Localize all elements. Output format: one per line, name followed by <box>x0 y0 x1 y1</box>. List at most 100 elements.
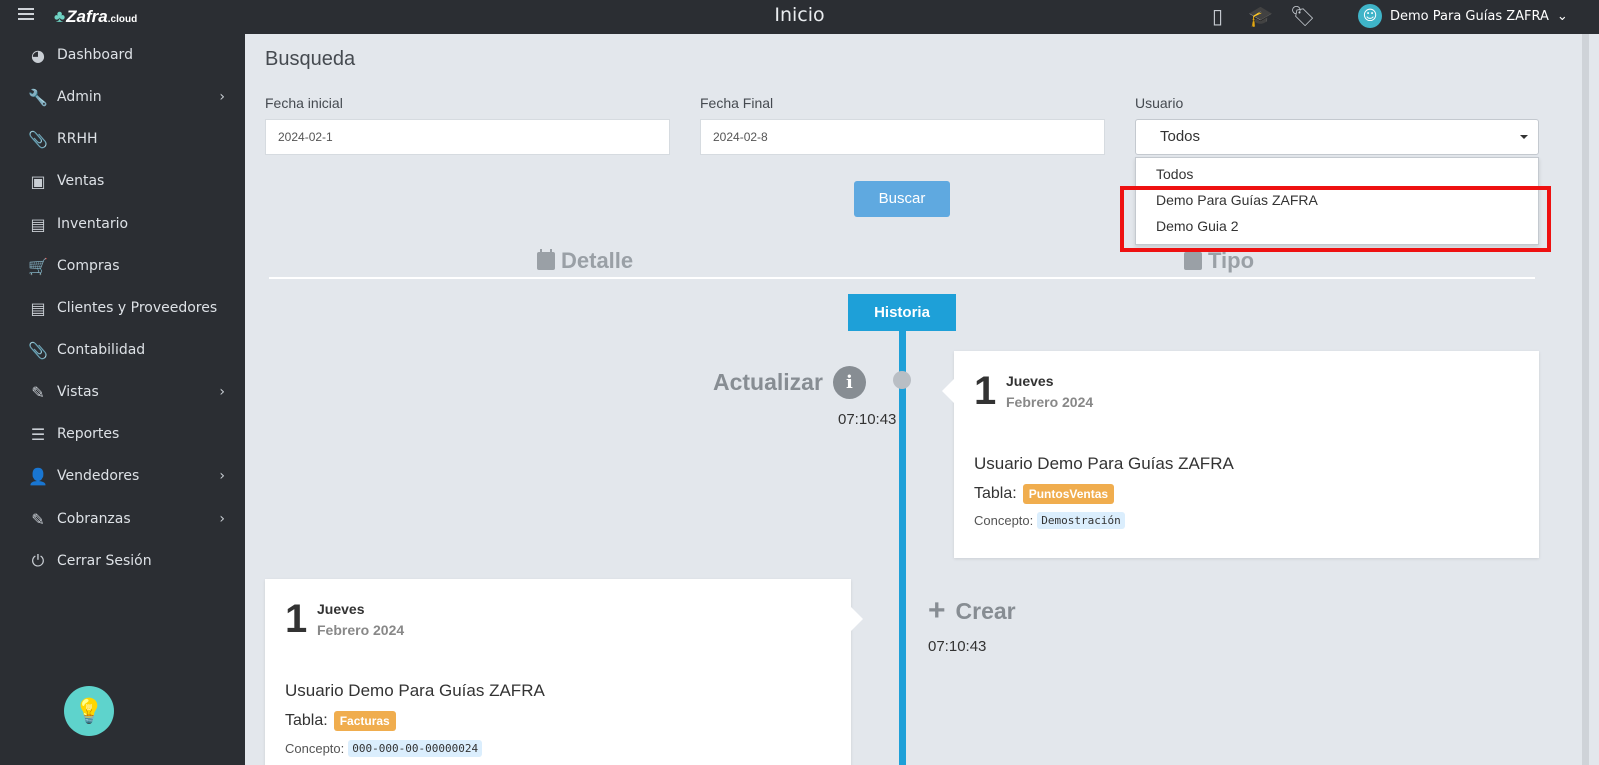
info-icon: i <box>832 366 866 399</box>
event-action-actualizar: Actualizar i <box>713 366 866 399</box>
historia-header: Historia <box>848 294 956 331</box>
event-weekday: Jueves <box>317 601 365 617</box>
search-section-title: Busqueda <box>265 48 356 70</box>
sidebar-item-label: Compras <box>57 258 120 274</box>
plus-icon: + <box>928 594 946 627</box>
tabla-label: Tabla: <box>285 712 328 729</box>
concepto-label: Concepto: <box>974 513 1034 528</box>
calendar-icon <box>537 249 555 270</box>
sidebar-item-inventario[interactable]: ▤ Inventario <box>0 209 245 239</box>
event-action-label: Crear <box>955 597 1016 624</box>
paperclip-icon: 📎 <box>28 129 48 149</box>
sidebar-item-label: Admin <box>57 89 102 105</box>
list-icon: ☰ <box>30 424 46 444</box>
chevron-down-icon: ⌄ <box>1556 8 1568 24</box>
fecha-inicial-input[interactable]: 2024-02-1 <box>265 119 670 155</box>
user-name: Demo Para Guías ZAFRA <box>1390 8 1549 24</box>
usuario-dropdown: Todos Demo Para Guías ZAFRA Demo Guia 2 <box>1135 157 1539 245</box>
sidebar-item-ventas[interactable]: ▣ Ventas <box>0 166 245 196</box>
event-day: 1 <box>285 597 308 641</box>
event-user: Usuario Demo Para Guías ZAFRA <box>285 681 545 700</box>
calendar-icon <box>1184 249 1202 270</box>
caret-down-icon <box>1520 135 1528 139</box>
sidebar-item-clientes[interactable]: ▤ Clientes y Proveedores <box>0 293 245 323</box>
lightbulb-icon: 💡 <box>74 697 104 725</box>
concepto-code: Demostración <box>1037 512 1125 529</box>
chevron-right-icon: › <box>219 468 225 484</box>
sidebar-item-label: Clientes y Proveedores <box>57 300 218 316</box>
buscar-button[interactable]: Buscar <box>854 181 950 217</box>
timeline-line <box>899 331 906 765</box>
chevron-right-icon: › <box>219 511 225 527</box>
fecha-final-input[interactable]: 2024-02-8 <box>700 119 1105 155</box>
sidebar-item-vendedores[interactable]: 👤 Vendedores › <box>0 461 245 491</box>
event-concepto: Concepto: 000-000-00-00000024 <box>285 740 483 757</box>
concepto-code: 000-000-00-00000024 <box>348 740 483 757</box>
dropdown-option[interactable]: Demo Para Guías ZAFRA <box>1156 192 1318 208</box>
app-logo[interactable]: ♣Zafra.cloud <box>54 7 137 27</box>
mobile-icon[interactable]: ▯ <box>1212 4 1223 28</box>
event-concepto: Concepto: Demostración <box>974 512 1125 529</box>
usuario-select[interactable]: Todos <box>1135 119 1539 155</box>
scrollbar-thumb[interactable] <box>1582 34 1589 765</box>
card-arrow <box>851 607 863 631</box>
lightbulb-help-button[interactable]: 💡 <box>64 686 114 736</box>
user-menu[interactable]: ☺ Demo Para Guías ZAFRA ⌄ <box>1358 4 1568 28</box>
wrench-icon: 🔧 <box>28 87 48 107</box>
cart-icon: 🛒 <box>28 256 48 276</box>
sidebar-item-label: Cobranzas <box>57 511 131 527</box>
menu-toggle-icon[interactable] <box>18 8 34 22</box>
book-icon: ▤ <box>30 214 46 234</box>
event-tabla: Tabla: PuntosVentas <box>974 484 1115 504</box>
chevron-right-icon: › <box>219 89 225 105</box>
event-time: 07:10:43 <box>928 638 987 655</box>
card-arrow <box>942 379 954 403</box>
event-action-crear: + Crear <box>928 594 1016 628</box>
fecha-inicial-label: Fecha inicial <box>265 95 343 111</box>
sidebar-item-dashboard[interactable]: ◕ Dashboard <box>0 40 245 70</box>
sidebar-item-label: Dashboard <box>57 47 133 63</box>
paperclip-icon: 📎 <box>28 340 48 360</box>
dashboard-icon: ◕ <box>31 45 45 65</box>
sidebar-item-label: Reportes <box>57 426 120 442</box>
dropdown-option[interactable]: Todos <box>1156 166 1193 182</box>
sidebar-item-admin[interactable]: 🔧 Admin › <box>0 82 245 112</box>
event-month: Febrero 2024 <box>317 622 405 638</box>
fecha-final-label: Fecha Final <box>700 95 774 111</box>
sidebar-item-cobranzas[interactable]: ✎ Cobranzas › <box>0 504 245 534</box>
sidebar-item-cerrar-sesion[interactable]: ⏻ Cerrar Sesión <box>0 546 245 576</box>
scrollbar[interactable] <box>1565 34 1599 765</box>
sidebar-item-compras[interactable]: 🛒 Compras <box>0 251 245 281</box>
tabla-badge: PuntosVentas <box>1022 484 1115 504</box>
edit-icon: ✎ <box>31 509 45 529</box>
sidebar-item-label: Vistas <box>57 384 99 400</box>
event-month: Febrero 2024 <box>1006 394 1094 410</box>
sidebar-item-label: Cerrar Sesión <box>57 553 152 569</box>
tipo-label: Tipo <box>1208 248 1255 273</box>
graduation-cap-icon[interactable]: 🎓 <box>1248 4 1273 28</box>
book-icon: ▤ <box>30 298 46 318</box>
sidebar-item-label: RRHH <box>57 131 98 147</box>
user-icon: 👤 <box>28 466 48 486</box>
divider <box>269 277 1535 279</box>
concepto-label: Concepto: <box>285 741 345 756</box>
power-icon: ⏻ <box>31 551 45 570</box>
event-time: 07:10:43 <box>838 411 897 428</box>
dropdown-option[interactable]: Demo Guia 2 <box>1156 218 1238 234</box>
chevron-right-icon: › <box>219 384 225 400</box>
event-tabla: Tabla: Facturas <box>285 711 396 731</box>
tags-icon[interactable]: 🏷 <box>1290 4 1315 28</box>
event-user: Usuario Demo Para Guías ZAFRA <box>974 454 1234 473</box>
sidebar-item-vistas[interactable]: ✎ Vistas › <box>0 377 245 407</box>
tabla-badge: Facturas <box>333 711 396 731</box>
usuario-label: Usuario <box>1135 95 1184 111</box>
event-card: 1 Jueves Febrero 2024 Usuario Demo Para … <box>942 351 1539 558</box>
sidebar-item-label: Inventario <box>57 216 129 232</box>
sidebar-item-contabilidad[interactable]: 📎 Contabilidad <box>0 335 245 365</box>
sidebar-item-rrhh[interactable]: 📎 RRHH <box>0 124 245 154</box>
event-card: 1 Jueves Febrero 2024 Usuario Demo Para … <box>265 579 863 765</box>
sidebar: ◕ Dashboard 🔧 Admin › 📎 RRHH ▣ Ventas ▤ Invent… <box>0 34 245 765</box>
event-action-label: Actualizar <box>713 369 823 395</box>
edit-icon: ✎ <box>31 382 45 402</box>
sidebar-item-reportes[interactable]: ☰ Reportes <box>0 419 245 449</box>
